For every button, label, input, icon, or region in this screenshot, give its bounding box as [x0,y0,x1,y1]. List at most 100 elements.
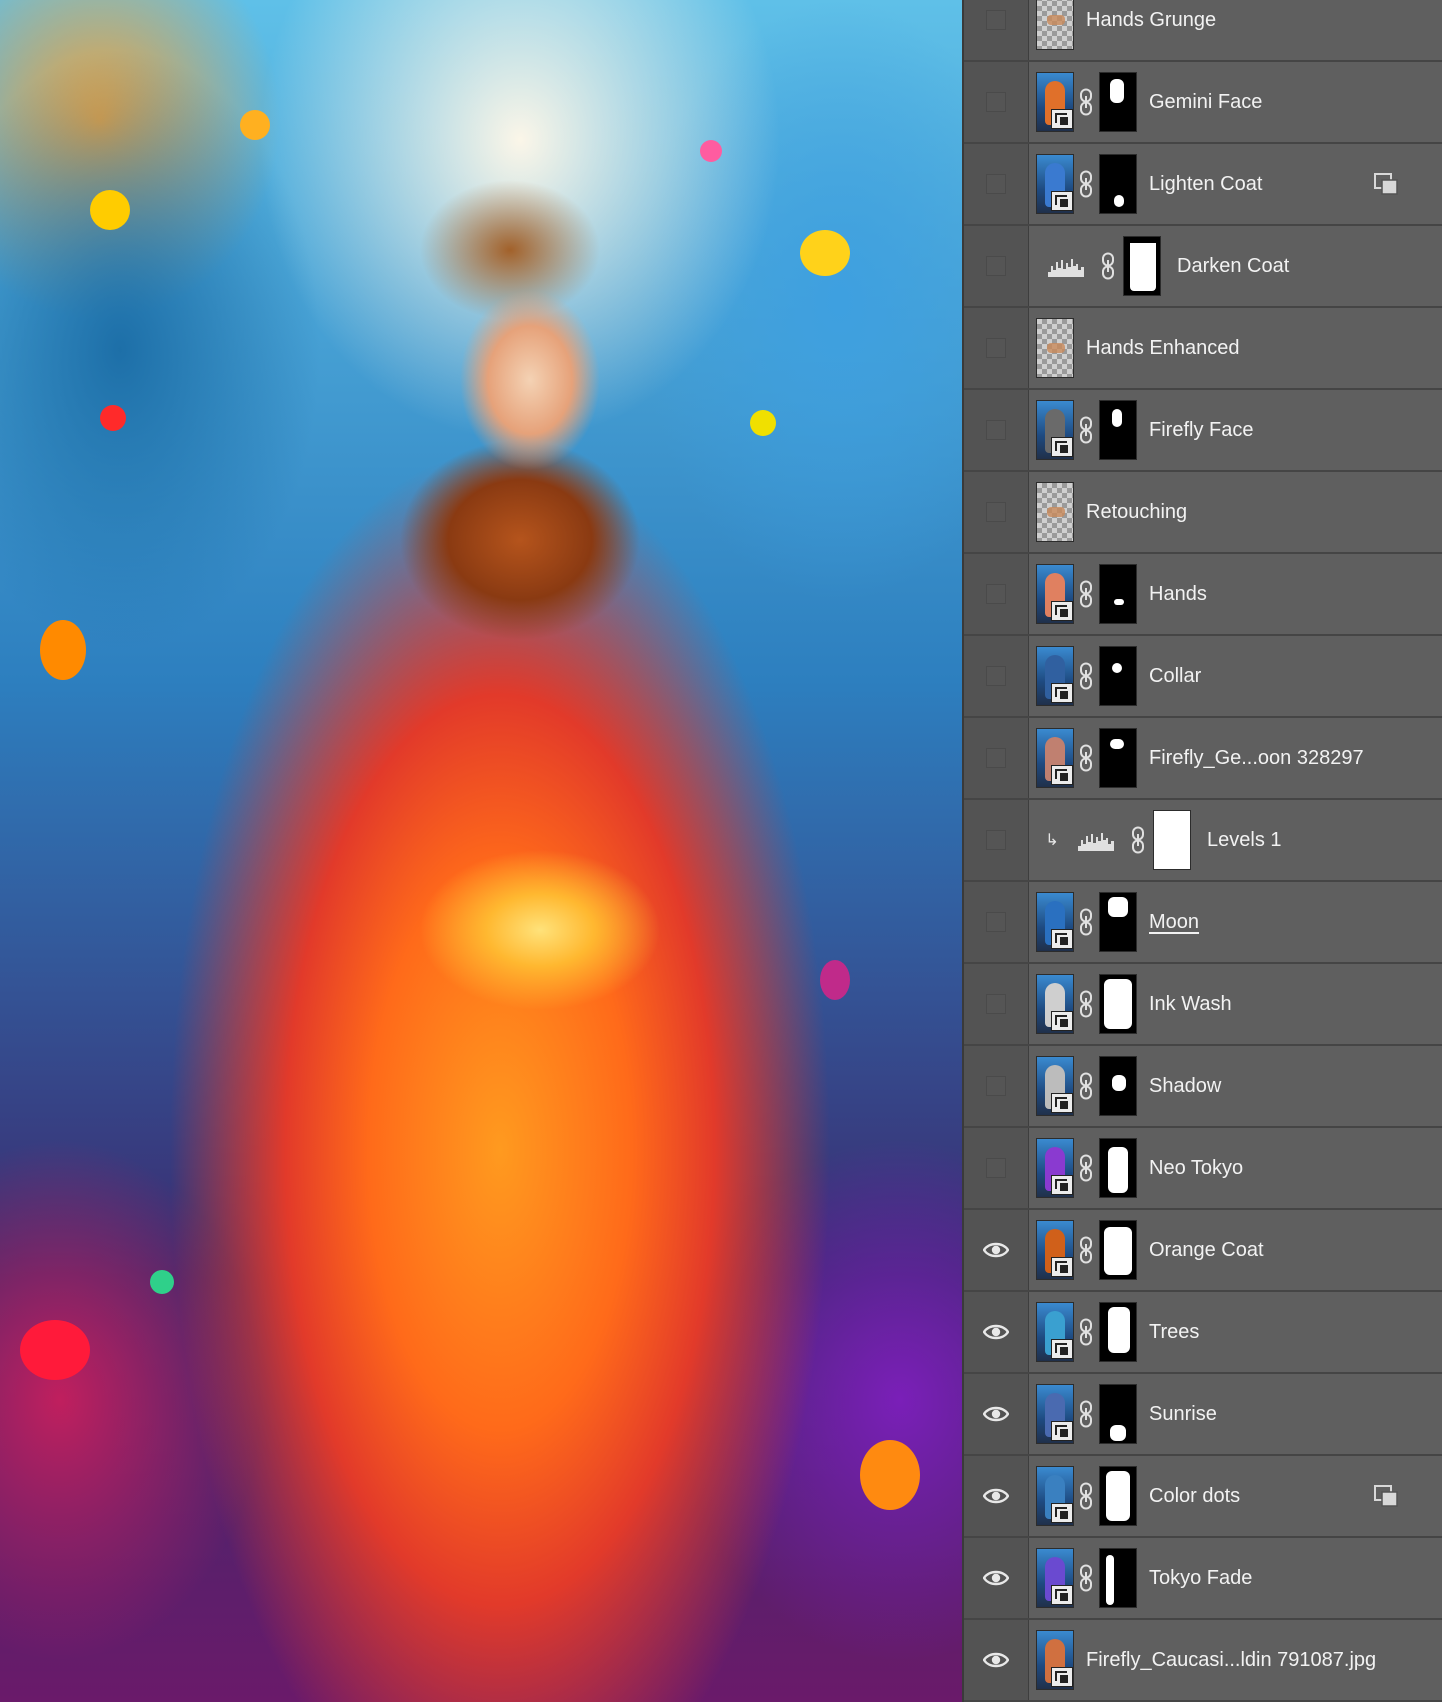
layer-visibility-toggle[interactable] [964,882,1029,962]
link-chain-icon[interactable] [1079,1318,1093,1346]
layer-visibility-toggle[interactable] [964,1620,1029,1700]
layer-name[interactable]: Hands Grunge [1086,0,1216,60]
layer-content[interactable]: Firefly_Caucasi...ldin 791087.jpg [1029,1620,1442,1701]
hidden-visibility-box[interactable] [986,502,1006,522]
layer-content[interactable]: Retouching [1029,472,1442,553]
layer-name[interactable]: Lighten Coat [1149,144,1262,224]
layer-mask-thumbnail[interactable] [1099,1138,1137,1198]
layer-content[interactable]: Trees [1029,1292,1442,1373]
layer-mask-thumbnail[interactable] [1099,154,1137,214]
layer-content[interactable]: Hands Enhanced [1029,308,1442,389]
layer-row[interactable]: Firefly_Ge...oon 328297 [964,718,1442,800]
link-chain-icon[interactable] [1079,416,1093,444]
layer-content[interactable]: Firefly_Ge...oon 328297 [1029,718,1442,799]
hidden-visibility-box[interactable] [986,10,1006,30]
layer-visibility-toggle[interactable] [964,62,1029,142]
layer-content[interactable]: Orange Coat [1029,1210,1442,1291]
link-chain-icon[interactable] [1079,170,1093,198]
layer-visibility-toggle[interactable] [964,1538,1029,1618]
layer-visibility-toggle[interactable] [964,1128,1029,1208]
hidden-visibility-box[interactable] [986,338,1006,358]
layer-row[interactable]: Hands [964,554,1442,636]
layer-name[interactable]: Firefly Face [1149,390,1253,470]
layer-mask-thumbnail[interactable] [1099,646,1137,706]
layer-content[interactable]: Ink Wash [1029,964,1442,1045]
layer-content[interactable]: Hands Grunge [1029,0,1442,61]
layer-name[interactable]: Hands Enhanced [1086,308,1239,388]
layer-mask-thumbnail[interactable] [1099,1548,1137,1608]
link-chain-icon[interactable] [1101,252,1115,280]
eye-icon[interactable] [982,1239,1010,1261]
layer-mask-thumbnail[interactable] [1099,564,1137,624]
link-chain-icon[interactable] [1079,1482,1093,1510]
link-chain-icon[interactable] [1079,1400,1093,1428]
layer-mask-thumbnail[interactable] [1099,974,1137,1034]
link-chain-icon[interactable] [1079,662,1093,690]
layer-mask-thumbnail[interactable] [1099,892,1137,952]
eye-icon[interactable] [982,1485,1010,1507]
layer-content[interactable]: Color dots [1029,1456,1442,1537]
layer-row[interactable]: Collar [964,636,1442,718]
layer-name[interactable]: Retouching [1086,472,1187,552]
hidden-visibility-box[interactable] [986,666,1006,686]
layer-row[interactable]: Orange Coat [964,1210,1442,1292]
layer-name[interactable]: Firefly_Caucasi...ldin 791087.jpg [1086,1620,1376,1700]
layer-mask-thumbnail[interactable] [1099,400,1137,460]
layer-name[interactable]: Ink Wash [1149,964,1232,1044]
hidden-visibility-box[interactable] [986,912,1006,932]
layer-visibility-toggle[interactable] [964,1210,1029,1290]
layer-content[interactable]: Hands [1029,554,1442,635]
layer-visibility-toggle[interactable] [964,472,1029,552]
layer-row[interactable]: Hands Enhanced [964,308,1442,390]
layer-visibility-toggle[interactable] [964,0,1029,60]
layer-row[interactable]: Gemini Face [964,62,1442,144]
layer-name[interactable]: Gemini Face [1149,62,1262,142]
layer-name[interactable]: Tokyo Fade [1149,1538,1252,1618]
layer-row[interactable]: Color dots [964,1456,1442,1538]
hidden-visibility-box[interactable] [986,1158,1006,1178]
layer-visibility-toggle[interactable] [964,144,1029,224]
layer-row[interactable]: Neo Tokyo [964,1128,1442,1210]
layer-name[interactable]: Orange Coat [1149,1210,1264,1290]
layer-name[interactable]: Collar [1149,636,1201,716]
layer-name[interactable]: Neo Tokyo [1149,1128,1243,1208]
layer-name[interactable]: Darken Coat [1177,226,1289,306]
layer-visibility-toggle[interactable] [964,1046,1029,1126]
layer-mask-thumbnail[interactable] [1099,72,1137,132]
eye-icon[interactable] [982,1403,1010,1425]
layer-content[interactable]: Lighten Coat [1029,144,1442,225]
hidden-visibility-box[interactable] [986,830,1006,850]
layer-content[interactable]: Darken Coat [1029,226,1442,307]
hidden-visibility-box[interactable] [986,994,1006,1014]
hidden-visibility-box[interactable] [986,174,1006,194]
layer-visibility-toggle[interactable] [964,1456,1029,1536]
layer-name[interactable]: Levels 1 [1207,800,1282,880]
layer-name[interactable]: Shadow [1149,1046,1221,1126]
layer-row[interactable]: Trees [964,1292,1442,1374]
layer-content[interactable]: Moon [1029,882,1442,963]
layer-row[interactable]: Retouching [964,472,1442,554]
layer-row[interactable]: Firefly Face [964,390,1442,472]
layer-mask-thumbnail[interactable] [1123,236,1161,296]
layer-visibility-toggle[interactable] [964,554,1029,634]
link-chain-icon[interactable] [1079,580,1093,608]
layer-content[interactable]: Firefly Face [1029,390,1442,471]
layer-mask-thumbnail[interactable] [1099,728,1137,788]
hidden-visibility-box[interactable] [986,584,1006,604]
hidden-visibility-box[interactable] [986,748,1006,768]
layer-row[interactable]: Hands Grunge [964,0,1442,62]
layer-name[interactable]: Trees [1149,1292,1199,1372]
hidden-visibility-box[interactable] [986,420,1006,440]
layer-visibility-toggle[interactable] [964,226,1029,306]
layer-mask-thumbnail[interactable] [1099,1302,1137,1362]
layer-mask-thumbnail[interactable] [1099,1220,1137,1280]
layer-mask-thumbnail[interactable] [1099,1056,1137,1116]
link-chain-icon[interactable] [1079,1564,1093,1592]
eye-icon[interactable] [982,1567,1010,1589]
layer-mask-thumbnail[interactable] [1099,1466,1137,1526]
layer-visibility-toggle[interactable] [964,390,1029,470]
layer-visibility-toggle[interactable] [964,800,1029,880]
layer-content[interactable]: Neo Tokyo [1029,1128,1442,1209]
link-chain-icon[interactable] [1079,1154,1093,1182]
layer-visibility-toggle[interactable] [964,1292,1029,1372]
